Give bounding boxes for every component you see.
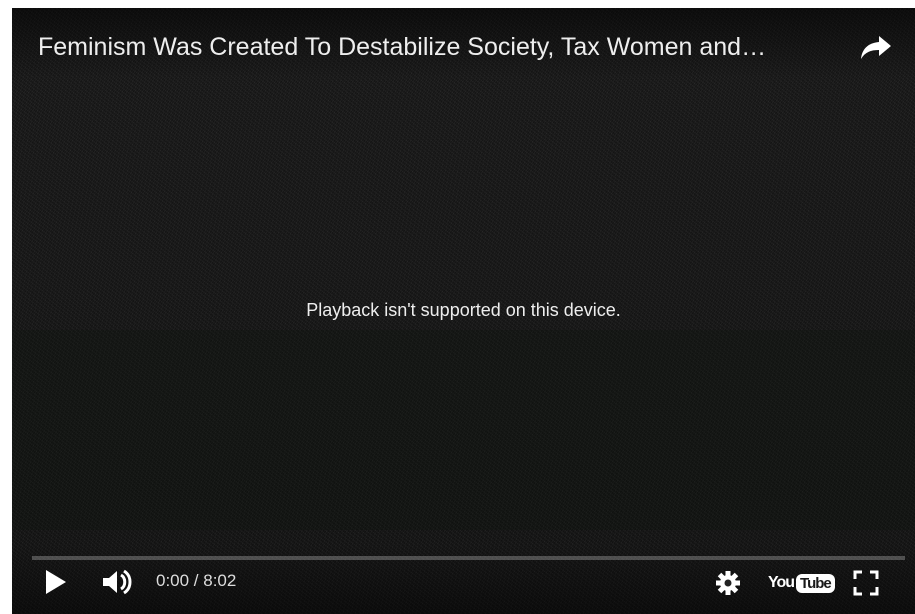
play-button[interactable] — [44, 569, 68, 595]
playback-message: Playback isn't supported on this device. — [306, 300, 621, 320]
play-icon — [46, 570, 66, 594]
youtube-logo-you: You — [768, 574, 795, 591]
volume-button[interactable] — [102, 569, 134, 595]
share-button[interactable] — [859, 32, 893, 62]
video-player[interactable]: Feminism Was Created To Destabilize Soci… — [12, 8, 915, 614]
settings-button[interactable] — [714, 569, 742, 597]
volume-icon — [103, 569, 132, 595]
gear-icon — [716, 571, 740, 595]
share-arrow-icon — [861, 36, 891, 59]
title-bar: Feminism Was Created To Destabilize Soci… — [12, 8, 915, 78]
youtube-logo-tube: Tube — [796, 573, 835, 593]
fullscreen-icon — [853, 570, 879, 596]
fullscreen-button[interactable] — [852, 569, 880, 597]
progress-bar[interactable] — [32, 556, 905, 560]
youtube-logo[interactable]: You Tube — [768, 571, 835, 595]
video-frame-band — [12, 330, 915, 530]
video-title[interactable]: Feminism Was Created To Destabilize Soci… — [38, 32, 858, 62]
time-display: 0:00 / 8:02 — [156, 571, 237, 590]
